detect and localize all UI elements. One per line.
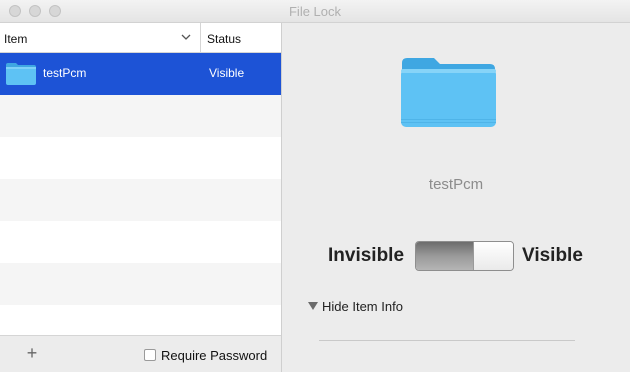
- chevron-down-icon[interactable]: [180, 31, 192, 43]
- empty-row: [0, 95, 281, 137]
- require-password-label[interactable]: Require Password: [161, 348, 267, 363]
- item-table: testPcm Visible: [0, 53, 281, 335]
- column-header-item-label: Item: [4, 32, 28, 46]
- disclosure-triangle-icon[interactable]: [308, 301, 318, 311]
- add-item-button[interactable]: +: [24, 344, 40, 362]
- title-bar: File Lock: [0, 0, 630, 23]
- item-detail-pane: testPcm Invisible Visible Hide Item Info: [282, 23, 630, 372]
- empty-row: [0, 221, 281, 263]
- row-item-status: Visible: [209, 66, 245, 80]
- table-row[interactable]: testPcm Visible: [0, 53, 281, 95]
- folder-icon: [401, 58, 496, 127]
- toggle-knob[interactable]: [473, 242, 513, 270]
- selected-item-name: testPcm: [428, 176, 484, 193]
- require-password-checkbox[interactable]: [144, 349, 156, 361]
- visibility-toggle[interactable]: [415, 241, 514, 271]
- column-header-item[interactable]: Item: [0, 23, 201, 52]
- invisible-label: Invisible: [328, 245, 405, 266]
- folder-icon: [6, 63, 36, 85]
- empty-row: [0, 137, 281, 179]
- divider: [319, 340, 575, 341]
- empty-row: [0, 179, 281, 221]
- window-title: File Lock: [288, 4, 342, 19]
- hide-item-info-toggle[interactable]: Hide Item Info: [322, 299, 403, 314]
- toggle-track: [416, 242, 474, 270]
- visible-label: Visible: [522, 245, 583, 266]
- table-header: Item Status: [0, 23, 281, 53]
- empty-row: [0, 263, 281, 305]
- list-footer: + Require Password: [0, 335, 281, 372]
- column-header-status[interactable]: Status: [207, 32, 241, 46]
- row-item-name: testPcm: [43, 66, 87, 80]
- item-list-pane: Item Status testPcm Visible + Require Pa…: [0, 23, 282, 372]
- app-window: File Lock Item Status testPcm Visible + …: [0, 0, 630, 372]
